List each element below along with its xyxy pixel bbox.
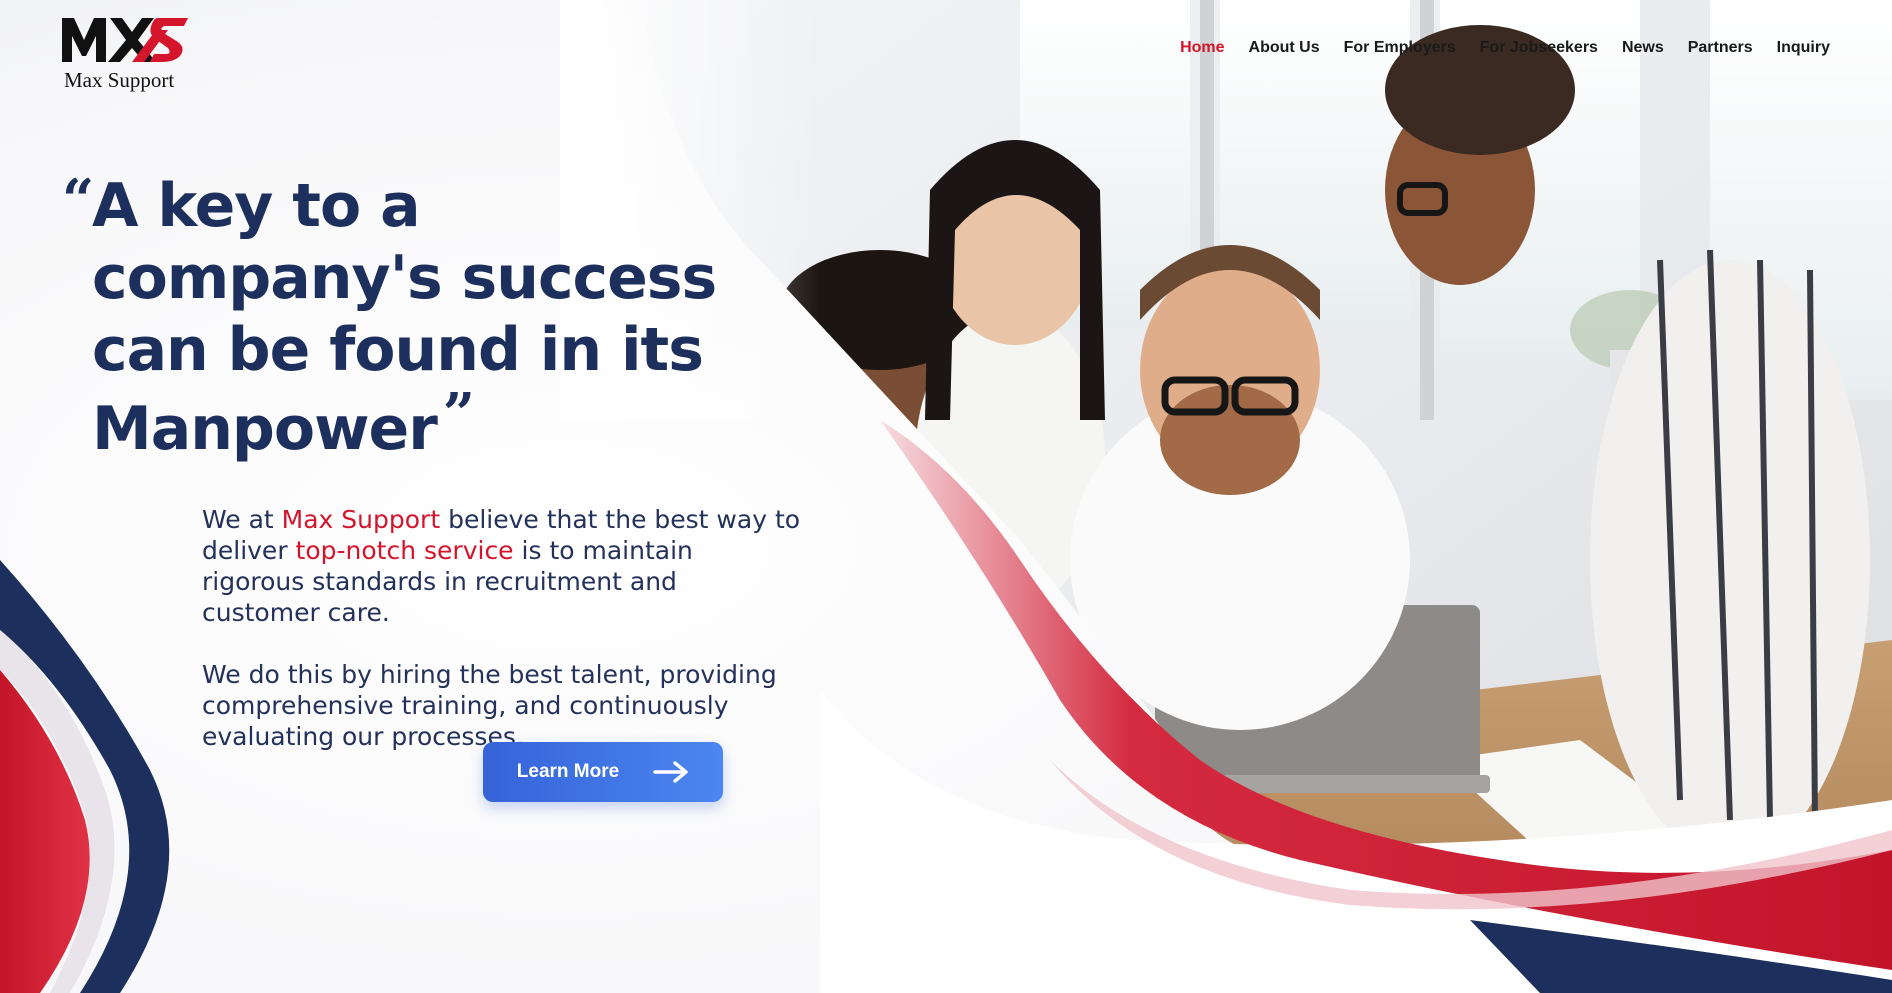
hero-description: We at Max Support believe that the best … (202, 504, 802, 752)
close-quote-mark: ” (442, 381, 475, 447)
nav-item-inquiry[interactable]: Inquiry (1777, 38, 1830, 58)
nav-item-partners[interactable]: Partners (1688, 38, 1753, 58)
nav-item-for-jobseekers[interactable]: For Jobseekers (1480, 38, 1598, 58)
hero-title-line: Manpower (92, 394, 438, 464)
logo-wordmark: Max Support (64, 68, 175, 92)
hero-title: A key to a company's success can be foun… (92, 170, 752, 465)
mxs-logo-mark (62, 18, 188, 62)
nav-item-news[interactable]: News (1622, 38, 1664, 58)
nav-item-for-employers[interactable]: For Employers (1344, 38, 1456, 58)
brand-highlight: Max Support (281, 505, 441, 534)
hero-paragraph-1: We at Max Support believe that the best … (202, 504, 802, 628)
arrow-right-icon (653, 761, 688, 783)
paragraph-text: We at (202, 505, 282, 534)
hero-title-line: A key to a (92, 171, 421, 241)
home-page: Max Support Home About Us For Employers … (0, 0, 1892, 993)
nav-item-about-us[interactable]: About Us (1249, 38, 1320, 58)
learn-more-label: Learn More (516, 761, 620, 782)
team-photo-illustration (560, 0, 1892, 993)
left-decorative-waves (0, 520, 200, 993)
service-highlight: top-notch service (295, 536, 514, 565)
site-logo[interactable]: Max Support (62, 16, 192, 91)
hero-title-line: company's success (92, 243, 717, 313)
open-quote-mark: “ (62, 167, 95, 233)
nav-item-home[interactable]: Home (1180, 38, 1224, 58)
hero-photo (560, 0, 1892, 993)
hero-title-line: can be found in its (92, 315, 704, 385)
learn-more-button[interactable]: Learn More (483, 742, 723, 802)
hero-paragraph-2: We do this by hiring the best talent, pr… (202, 660, 777, 751)
hero-headline: “ A key to a company's success can be fo… (62, 170, 752, 465)
main-nav: Home About Us For Employers For Jobseeke… (1180, 38, 1830, 58)
